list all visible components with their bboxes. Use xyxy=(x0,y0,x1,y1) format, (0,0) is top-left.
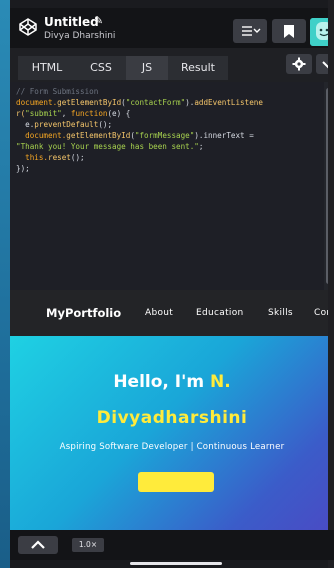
nav-link-education[interactable]: Education xyxy=(196,308,244,318)
code-line-4: e.preventDefault(); xyxy=(16,120,113,129)
hero-name: Divyadharshini xyxy=(96,408,248,428)
js-code-editor[interactable]: // Form Submission document.getElementBy… xyxy=(10,82,324,290)
gear-icon xyxy=(292,57,306,71)
project-author[interactable]: Divya Dharshini xyxy=(44,31,115,41)
bottom-toolbar: 1.0× xyxy=(10,530,334,560)
portfolio-brand[interactable]: MyPortfolio xyxy=(46,306,121,320)
hero-greeting: Hello, I'm N. xyxy=(113,372,231,392)
code-line-5: document.getElementById("formMessage").i… xyxy=(16,131,254,140)
home-indicator[interactable] xyxy=(130,562,222,565)
editor-header: Untitled ✎ Divya Dharshini xyxy=(10,8,334,48)
tab-css[interactable]: CSS xyxy=(76,56,126,80)
zoom-level[interactable]: 1.0× xyxy=(72,538,104,552)
editor-tabbar: HTML CSS JS Result xyxy=(10,48,334,82)
code-line-8: }); xyxy=(16,164,30,173)
nav-link-about[interactable]: About xyxy=(145,308,173,318)
portfolio-navbar: MyPortfolio About Education Skills Con xyxy=(10,290,334,336)
code-line-3: r("submit", function(e) { xyxy=(16,109,131,118)
bookmark-icon xyxy=(284,25,294,38)
settings-button[interactable] xyxy=(286,54,312,74)
code-line-7: this.reset(); xyxy=(16,153,85,162)
tab-result[interactable]: Result xyxy=(168,56,228,80)
hero-section: Hello, I'm N. Divyadharshini Aspiring So… xyxy=(10,336,334,530)
change-view-button[interactable] xyxy=(233,19,267,43)
tab-html[interactable]: HTML xyxy=(18,56,76,80)
hero-cta-button[interactable] xyxy=(138,472,214,492)
layout-icon xyxy=(242,26,261,36)
right-frame xyxy=(328,0,334,568)
codepen-logo-icon[interactable] xyxy=(18,17,38,37)
bookmark-button[interactable] xyxy=(272,19,306,43)
code-line-2: document.getElementById("contactForm").a… xyxy=(16,98,263,107)
edit-title-icon[interactable]: ✎ xyxy=(94,14,103,27)
result-preview: MyPortfolio About Education Skills Con H… xyxy=(10,290,334,530)
tab-js[interactable]: JS xyxy=(126,56,168,80)
expand-console-button[interactable] xyxy=(18,536,58,554)
project-title[interactable]: Untitled xyxy=(44,15,99,29)
chevron-up-icon xyxy=(31,540,45,549)
code-line-1: // Form Submission xyxy=(16,87,99,96)
left-frame xyxy=(0,0,10,568)
code-line-6: "Thank you! Your message has been sent."… xyxy=(16,142,204,151)
hero-tagline: Aspiring Software Developer | Continuous… xyxy=(59,442,285,452)
nav-link-skills[interactable]: Skills xyxy=(268,308,293,318)
